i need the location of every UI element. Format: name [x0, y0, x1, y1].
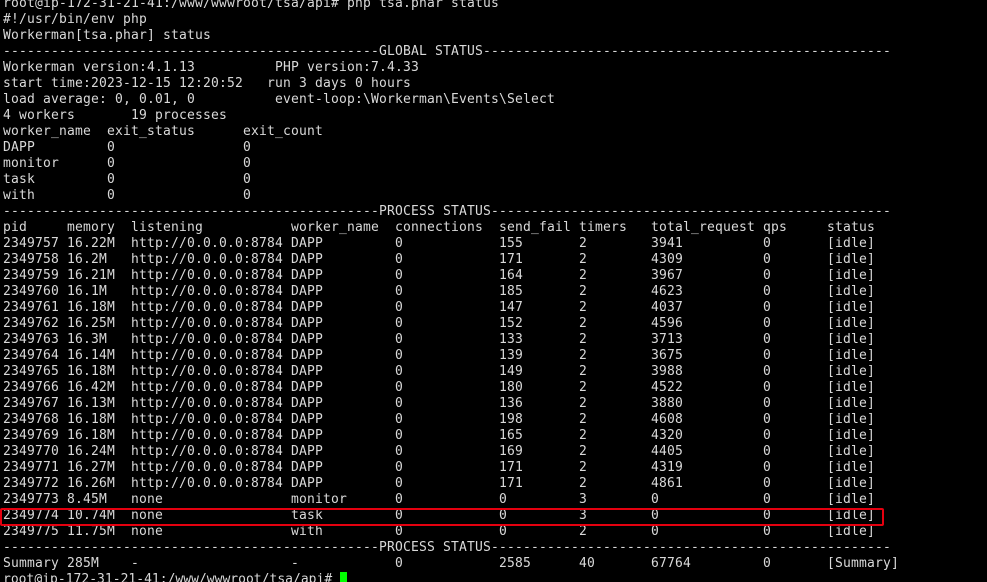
worker-row: with 0 0 — [3, 188, 251, 203]
text-cursor — [340, 572, 348, 582]
command-line: root@ip-172-31-21-41:/www/wwwroot/tsa/ap… — [3, 0, 499, 11]
process-status-divider: ----------------------------------------… — [3, 204, 891, 219]
process-row: 2349771 16.27M http://0.0.0.0:8784 DAPP … — [3, 460, 875, 475]
process-status-divider-bottom: ----------------------------------------… — [3, 540, 891, 555]
shell-prompt-line[interactable]: root@ip-172-31-21-41:/www/wwwroot/tsa/ap… — [3, 572, 348, 582]
process-table-header: pid memory listening worker_name connect… — [3, 220, 875, 235]
load-average-line: load average: 0, 0.01, 0 event-loop:\Wor… — [3, 92, 555, 107]
status-title: Workerman[tsa.phar] status — [3, 28, 211, 43]
process-row: 2349761 16.18M http://0.0.0.0:8784 DAPP … — [3, 300, 875, 315]
summary-row: Summary 285M - - 0 2585 40 67764 0 [Summ… — [3, 556, 899, 571]
process-row: 2349760 16.1M http://0.0.0.0:8784 DAPP 0… — [3, 284, 875, 299]
process-row: 2349768 16.18M http://0.0.0.0:8784 DAPP … — [3, 412, 875, 427]
process-row: 2349757 16.22M http://0.0.0.0:8784 DAPP … — [3, 236, 875, 251]
process-row: 2349773 8.45M none monitor 0 0 3 0 0 [id… — [3, 492, 875, 507]
worker-row: DAPP 0 0 — [3, 140, 251, 155]
process-row: 2349764 16.14M http://0.0.0.0:8784 DAPP … — [3, 348, 875, 363]
process-row: 2349766 16.42M http://0.0.0.0:8784 DAPP … — [3, 380, 875, 395]
global-status-divider: ----------------------------------------… — [3, 44, 891, 59]
process-row: 2349772 16.26M http://0.0.0.0:8784 DAPP … — [3, 476, 875, 491]
start-time-line: start time:2023-12-15 12:20:52 run 3 day… — [3, 76, 411, 91]
shell-prompt: root@ip-172-31-21-41:/www/wwwroot/tsa/ap… — [3, 572, 341, 582]
process-row: 2349770 16.24M http://0.0.0.0:8784 DAPP … — [3, 444, 875, 459]
process-row: 2349767 16.13M http://0.0.0.0:8784 DAPP … — [3, 396, 875, 411]
process-row: 2349775 11.75M none with 0 0 2 0 0 [idle… — [3, 524, 875, 539]
process-row: 2349769 16.18M http://0.0.0.0:8784 DAPP … — [3, 428, 875, 443]
version-line: Workerman version:4.1.13 PHP version:7.4… — [3, 60, 419, 75]
workers-count-line: 4 workers 19 processes — [3, 108, 227, 123]
terminal-window[interactable]: root@ip-172-31-21-41:/www/wwwroot/tsa/ap… — [0, 0, 987, 582]
worker-row: task 0 0 — [3, 172, 251, 187]
process-row: 2349763 16.3M http://0.0.0.0:8784 DAPP 0… — [3, 332, 875, 347]
highlight-box — [0, 508, 884, 526]
process-row: 2349759 16.21M http://0.0.0.0:8784 DAPP … — [3, 268, 875, 283]
shebang-line: #!/usr/bin/env php — [3, 12, 147, 27]
worker-row: monitor 0 0 — [3, 156, 251, 171]
worker-table-header: worker_name exit_status exit_count — [3, 124, 323, 139]
process-row: 2349758 16.2M http://0.0.0.0:8784 DAPP 0… — [3, 252, 875, 267]
process-row: 2349765 16.18M http://0.0.0.0:8784 DAPP … — [3, 364, 875, 379]
process-row: 2349762 16.25M http://0.0.0.0:8784 DAPP … — [3, 316, 875, 331]
